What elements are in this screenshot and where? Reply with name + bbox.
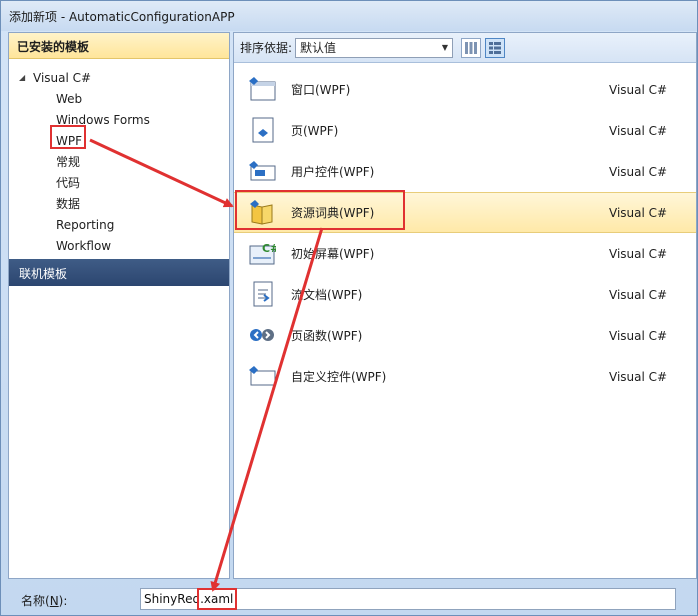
tree-item-label: 常规 — [56, 155, 81, 169]
tree-item-wpf[interactable]: WPF — [9, 130, 229, 151]
name-label-suffix: ): — [58, 594, 68, 608]
template-name: 窗口(WPF) — [291, 83, 351, 97]
tree-item-label: Windows Forms — [56, 112, 150, 127]
sort-label: 排序依据: — [240, 41, 293, 55]
template-list-panel: 排序依据: 默认值 ▼ 窗口(WPF) Visual C# 页(WPF) Vis… — [233, 32, 697, 579]
tree-item-code[interactable]: 代码 — [9, 172, 229, 193]
tree-item-windows-forms[interactable]: Windows Forms — [9, 109, 229, 130]
template-name: 页(WPF) — [291, 124, 339, 138]
template-row-custom-control[interactable]: 自定义控件(WPF) Visual C# — [234, 356, 696, 397]
sort-dropdown-value: 默认值 — [300, 41, 337, 55]
installed-templates-panel: 已安装的模板 ◢ Visual C# Web Windows Forms WPF… — [8, 32, 230, 579]
template-name: 用户控件(WPF) — [291, 165, 375, 179]
template-language: Visual C# — [609, 369, 668, 384]
template-language: Visual C# — [609, 246, 668, 261]
tree-item-general[interactable]: 常规 — [9, 151, 229, 172]
template-list: 窗口(WPF) Visual C# 页(WPF) Visual C# 用户控件(… — [234, 69, 696, 397]
name-label: 名称(N): — [21, 592, 67, 609]
list-view-icon — [489, 41, 502, 54]
template-row-splash-screen[interactable]: C# 初始屏幕(WPF) Visual C# — [234, 233, 696, 274]
page-function-icon — [250, 329, 274, 341]
add-new-item-dialog: 添加新项 - AutomaticConfigurationAPP 已安装的模板 … — [0, 0, 698, 616]
tree-item-label: Workflow — [56, 238, 112, 253]
installed-templates-header: 已安装的模板 — [9, 33, 229, 59]
name-label-hotkey: N — [49, 594, 59, 608]
tree-node-visual-csharp[interactable]: ◢ Visual C# — [9, 67, 229, 88]
tree-item-data[interactable]: 数据 — [9, 193, 229, 214]
view-details-button[interactable] — [485, 37, 506, 58]
online-templates-area — [9, 286, 229, 578]
template-row-flow-document[interactable]: 流文档(WPF) Visual C# — [234, 274, 696, 315]
tree-item-label: WPF — [56, 133, 83, 148]
template-row-page-function[interactable]: 页函数(WPF) Visual C# — [234, 315, 696, 356]
flow-document-icon — [253, 281, 273, 307]
name-label-prefix: 名称( — [21, 594, 50, 608]
tree-node-label: Visual C# — [33, 70, 92, 85]
template-language: Visual C# — [609, 164, 668, 179]
online-templates-header[interactable]: 联机模板 — [9, 259, 229, 286]
tree-item-reporting[interactable]: Reporting — [9, 214, 229, 235]
template-name: 自定义控件(WPF) — [291, 370, 387, 384]
svg-text:C#: C# — [262, 242, 276, 255]
template-category-tree: ◢ Visual C# Web Windows Forms WPF 常规 代码 … — [9, 59, 229, 256]
tree-item-web[interactable]: Web — [9, 88, 229, 109]
template-name: 初始屏幕(WPF) — [291, 247, 375, 261]
view-medium-icons-button[interactable] — [461, 37, 482, 58]
custom-control-icon — [249, 366, 276, 386]
template-name: 页函数(WPF) — [291, 329, 363, 343]
tree-item-label: Web — [56, 91, 83, 106]
resource-dictionary-icon — [250, 200, 273, 225]
template-row-resource-dictionary[interactable]: 资源词典(WPF) Visual C# — [234, 192, 696, 233]
tree-item-label: 数据 — [56, 197, 81, 211]
splash-screen-icon: C# — [249, 242, 276, 265]
tree-item-workflow[interactable]: Workflow — [9, 235, 229, 256]
template-language: Visual C# — [609, 82, 668, 97]
tree-item-label: 代码 — [56, 176, 81, 190]
template-language: Visual C# — [609, 287, 668, 302]
template-row-wpf-window[interactable]: 窗口(WPF) Visual C# — [234, 69, 696, 110]
template-language: Visual C# — [609, 328, 668, 343]
template-language: Visual C# — [609, 123, 668, 138]
collapse-triangle-icon[interactable]: ◢ — [19, 73, 33, 82]
sort-dropdown[interactable]: 默认值 ▼ — [295, 37, 454, 58]
template-language: Visual C# — [609, 205, 668, 220]
name-bar: 名称(N): — [1, 581, 697, 615]
chevron-down-icon: ▼ — [441, 43, 449, 52]
wpf-page-icon — [252, 117, 274, 143]
wpf-window-icon — [249, 77, 276, 101]
user-control-icon — [249, 161, 276, 181]
template-name: 流文档(WPF) — [291, 288, 363, 302]
tree-item-label: Reporting — [56, 217, 115, 232]
template-row-wpf-user-control[interactable]: 用户控件(WPF) Visual C# — [234, 151, 696, 192]
file-name-input[interactable] — [140, 588, 676, 610]
template-row-wpf-page[interactable]: 页(WPF) Visual C# — [234, 110, 696, 151]
window-title: 添加新项 - AutomaticConfigurationAPP — [1, 1, 697, 31]
grid-view-icon — [465, 41, 478, 54]
sort-toolbar: 排序依据: 默认值 ▼ — [234, 33, 696, 63]
template-name: 资源词典(WPF) — [291, 206, 375, 220]
